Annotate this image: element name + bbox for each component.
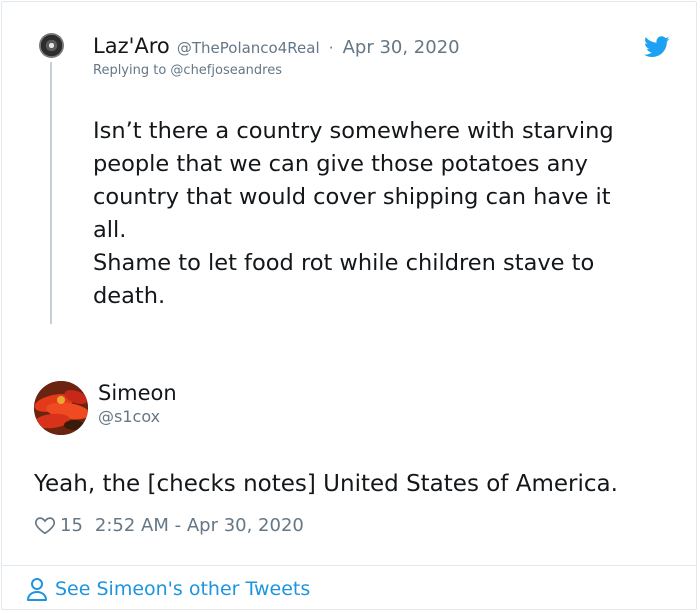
main-author-name[interactable]: Simeon [98, 381, 177, 405]
reply-date[interactable]: Apr 30, 2020 [343, 37, 460, 58]
tweet-embed-card: Laz'Aro @ThePolanco4Real · Apr 30, 2020 … [1, 1, 697, 610]
see-other-tweets-label: See Simeon's other Tweets [55, 578, 311, 600]
reply-header: Laz'Aro @ThePolanco4Real · Apr 30, 2020 [93, 34, 460, 58]
like-count[interactable]: 15 [60, 515, 83, 536]
replying-to[interactable]: Replying to @chefjoseandres [93, 63, 282, 78]
main-author-avatar[interactable] [34, 381, 88, 435]
see-other-tweets-link[interactable]: See Simeon's other Tweets [25, 576, 310, 602]
twitter-bird-icon[interactable] [644, 36, 670, 58]
tweet-meta-row: 15 2:52 AM - Apr 30, 2020 [34, 514, 304, 536]
footer-divider [2, 565, 696, 566]
reply-avatar[interactable] [39, 33, 64, 58]
person-icon [27, 578, 47, 601]
main-author-handle[interactable]: @s1cox [98, 407, 160, 426]
thread-line [50, 62, 52, 324]
reply-tweet-text: Isn’t there a country somewhere with sta… [93, 118, 614, 309]
tweet-timestamp[interactable]: 2:52 AM - Apr 30, 2020 [95, 515, 304, 536]
main-tweet-text: Yeah, the [checks notes] United States o… [34, 471, 618, 497]
reply-author-name[interactable]: Laz'Aro [93, 34, 170, 58]
heart-icon[interactable] [34, 514, 56, 536]
reply-author-handle[interactable]: @ThePolanco4Real [177, 39, 320, 57]
avatar-image [34, 381, 88, 435]
separator-dot: · [328, 39, 334, 57]
